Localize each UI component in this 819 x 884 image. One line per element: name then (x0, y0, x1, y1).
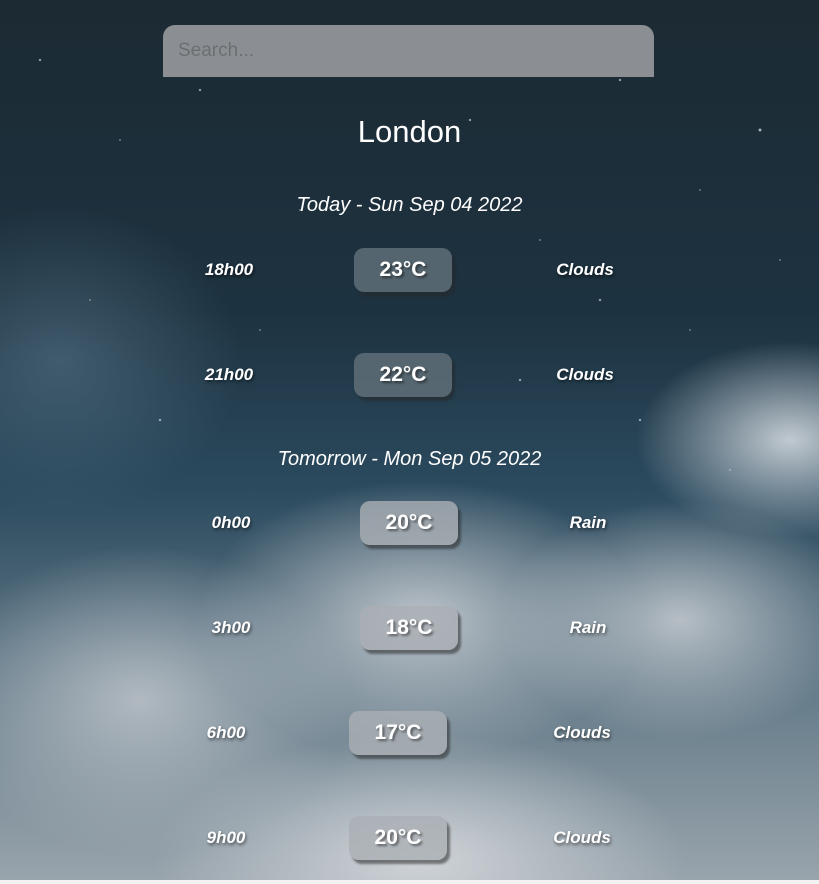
forecast-row: 9h00 20°C Clouds (0, 816, 819, 862)
forecast-condition: Clouds (556, 260, 614, 279)
forecast-temperature: 20°C (360, 501, 458, 545)
page-bottom-edge (0, 880, 819, 884)
forecast-time: 0h00 (211, 513, 251, 532)
forecast-temperature: 22°C (354, 353, 452, 397)
forecast-row: 6h00 17°C Clouds (0, 711, 819, 757)
forecast-condition: Clouds (553, 723, 611, 742)
city-name: London (357, 114, 462, 149)
forecast-temperature: 23°C (354, 248, 452, 292)
forecast-temperature: 17°C (349, 711, 447, 755)
forecast-time: 21h00 (204, 365, 254, 384)
forecast-time: 6h00 (206, 723, 246, 742)
weather-app: London Today - Sun Sep 04 2022 18h00 23°… (0, 0, 819, 884)
forecast-temperature: 20°C (349, 816, 447, 860)
forecast-row: 3h00 18°C Rain (0, 606, 819, 652)
day-heading-tomorrow: Tomorrow - Mon Sep 05 2022 (277, 448, 542, 470)
forecast-condition: Rain (569, 618, 607, 637)
day-heading-today: Today - Sun Sep 04 2022 (296, 194, 523, 216)
search-input[interactable] (163, 25, 654, 77)
forecast-temperature: 18°C (360, 606, 458, 650)
forecast-row: 21h00 22°C Clouds (0, 353, 819, 399)
forecast-time: 9h00 (206, 828, 246, 847)
forecast-condition: Clouds (553, 828, 611, 847)
forecast-time: 3h00 (211, 618, 251, 637)
forecast-row: 0h00 20°C Rain (0, 501, 819, 547)
forecast-condition: Rain (569, 513, 607, 532)
search-bar (163, 25, 654, 77)
forecast-row: 18h00 23°C Clouds (0, 248, 819, 294)
forecast-condition: Clouds (556, 365, 614, 384)
forecast-time: 18h00 (204, 260, 254, 279)
